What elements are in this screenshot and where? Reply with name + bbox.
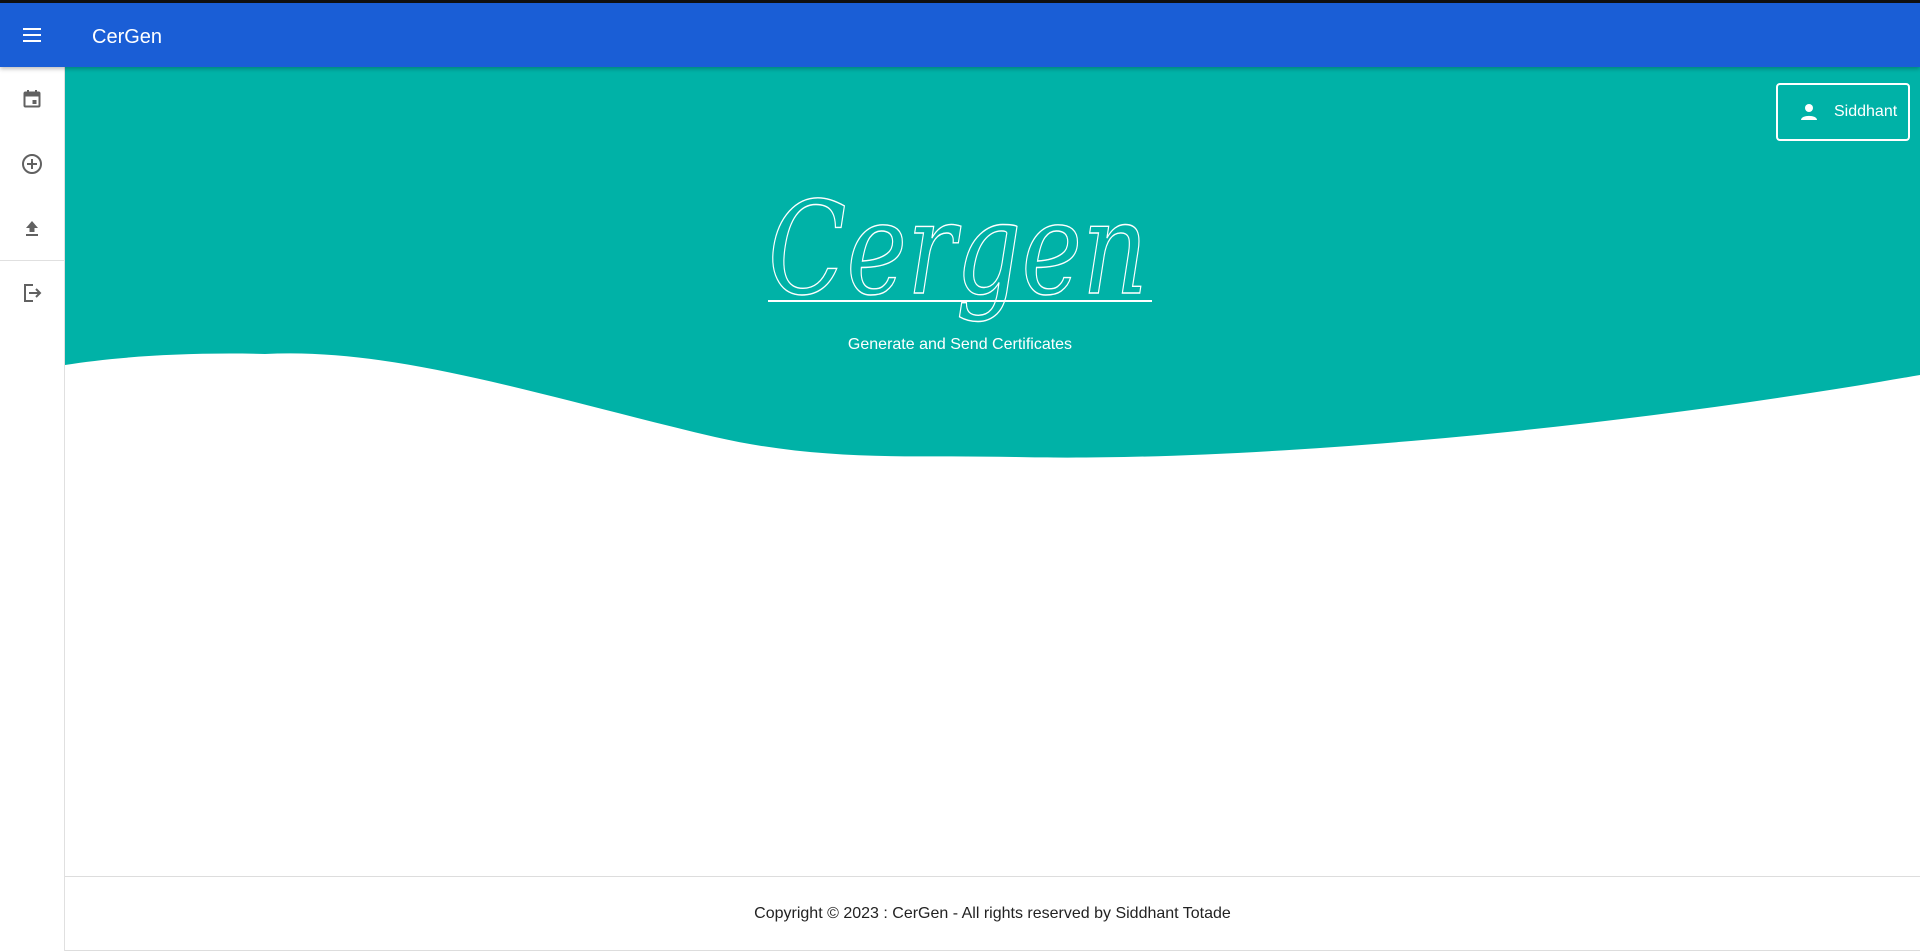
- footer: Copyright © 2023 : CerGen - All rights r…: [65, 876, 1920, 951]
- add-circle-icon: [22, 154, 42, 174]
- sidebar-divider: [0, 260, 64, 261]
- menu-icon: [23, 28, 41, 42]
- sidebar-item-upload[interactable]: [12, 208, 52, 248]
- logout-icon: [24, 284, 42, 302]
- person-icon: [1798, 101, 1820, 123]
- user-name: Siddhant: [1834, 103, 1898, 120]
- sidebar-item-create[interactable]: [12, 144, 52, 184]
- sidebar-item-logout[interactable]: [12, 273, 52, 313]
- footer-copyright: Copyright © 2023 : CerGen - All rights r…: [754, 904, 1231, 922]
- upload-icon: [26, 221, 38, 236]
- app-bar: CerGen: [0, 3, 1920, 67]
- sidebar-item-events[interactable]: [12, 79, 52, 119]
- hero-tagline: Generate and Send Certificates: [847, 336, 1073, 353]
- cergen-logo: Cergen: [760, 145, 1160, 335]
- sidebar: [0, 67, 65, 951]
- calendar-icon: [23, 90, 41, 108]
- user-profile-button[interactable]: Siddhant: [1776, 83, 1910, 141]
- app-title: CerGen: [92, 26, 163, 48]
- menu-button[interactable]: [14, 17, 50, 53]
